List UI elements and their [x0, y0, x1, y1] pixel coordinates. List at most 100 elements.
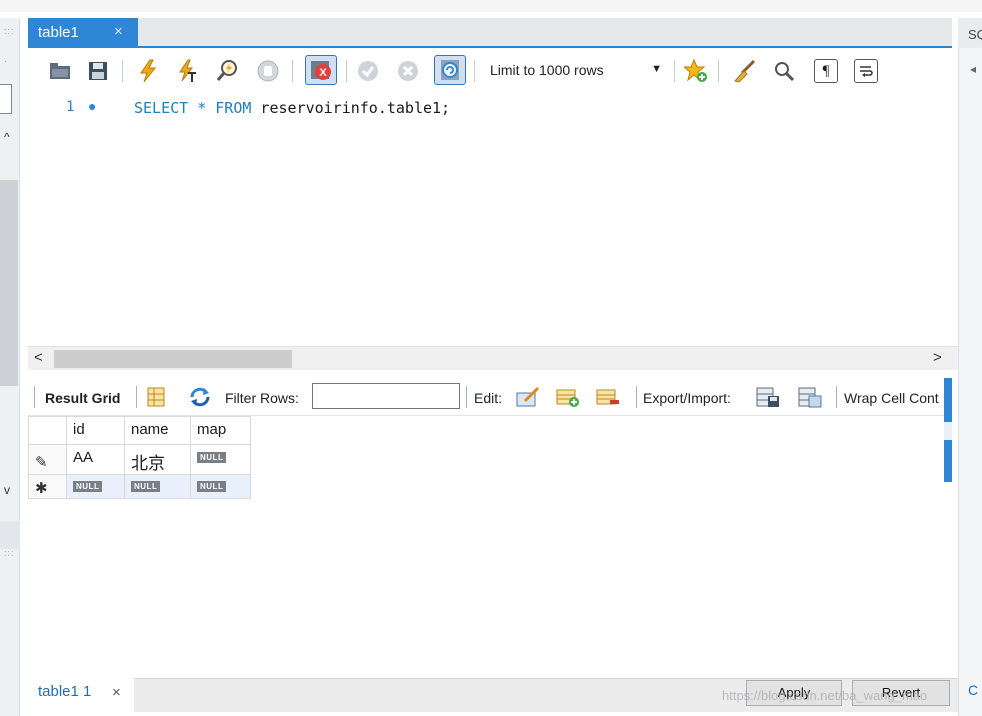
panel-grip-icon[interactable]: ::: — [4, 548, 15, 558]
wrap-lines-icon[interactable] — [854, 59, 878, 83]
delete-row-icon[interactable] — [596, 386, 620, 408]
limit-rows-value: Limit to 1000 rows — [490, 62, 604, 78]
result-grid-tab[interactable]: Result Grid — [45, 390, 120, 406]
cell-id[interactable]: AA — [66, 444, 125, 475]
insert-row-icon[interactable] — [556, 386, 580, 408]
scroll-up-icon[interactable]: ^ — [4, 130, 10, 144]
beautify-brush-icon[interactable] — [732, 59, 756, 83]
add-snippet-star-icon[interactable] — [684, 59, 708, 83]
toolbar-divider — [292, 60, 293, 82]
toolbar-divider — [136, 386, 137, 408]
null-badge: NULL — [197, 481, 227, 492]
rollback-x-icon[interactable] — [396, 59, 420, 83]
sql-star: * — [188, 99, 216, 117]
null-badge: NULL — [197, 452, 227, 463]
scroll-left-icon[interactable]: < — [34, 349, 43, 366]
toolbar-divider — [34, 386, 35, 408]
edit-pencil-icon[interactable]: ✎ — [28, 444, 67, 475]
line-number: 1 — [66, 99, 75, 115]
new-cell-name[interactable]: NULL — [124, 474, 191, 499]
left-panel-divider — [0, 521, 20, 549]
statement-marker-icon: ● — [88, 98, 97, 114]
revert-button[interactable]: Revert — [852, 680, 950, 706]
sql-statement[interactable]: SELECT * FROM reservoirinfo.table1; — [134, 99, 450, 117]
cell-name[interactable]: 北京 — [124, 444, 191, 475]
autocommit-toggle[interactable] — [434, 55, 466, 85]
wrap-cell-content-label[interactable]: Wrap Cell Cont — [844, 390, 939, 406]
right-panel-header[interactable]: SQL — [958, 18, 982, 48]
panel-grip-icon[interactable]: ::: — [4, 26, 15, 36]
svg-text:X: X — [319, 67, 327, 79]
filter-rows-input[interactable] — [312, 383, 460, 409]
window-top-strip — [0, 0, 982, 12]
result-table: id name map ✎ AA 北京 NULL ✱ NULL NULL NUL… — [28, 416, 251, 499]
invisible-chars-icon[interactable]: ¶ — [814, 59, 838, 83]
column-header-name[interactable]: name — [124, 416, 191, 445]
result-side-tab-notch — [944, 422, 952, 440]
table-row[interactable]: ✎ AA 北京 NULL — [28, 444, 251, 475]
execute-lightning-icon[interactable] — [136, 59, 160, 83]
right-side-panel — [958, 18, 982, 716]
null-badge: NULL — [73, 481, 103, 492]
toolbar-divider — [836, 386, 837, 408]
scroll-down-icon[interactable]: v — [4, 483, 10, 497]
left-panel-input-edge[interactable] — [0, 84, 12, 114]
close-icon[interactable]: × — [114, 23, 123, 40]
toolbar-divider — [636, 386, 637, 408]
result-toolbar: Result Grid Filter Rows: Edit: Export/Im… — [28, 378, 952, 416]
execute-cursor-icon[interactable] — [176, 59, 200, 83]
column-header-map[interactable]: map — [190, 416, 251, 445]
explain-magnifier-icon[interactable] — [216, 59, 240, 83]
tab-label: table1 — [38, 24, 79, 41]
find-magnifier-icon[interactable] — [772, 59, 796, 83]
toolbar-divider — [466, 386, 467, 408]
toolbar-divider — [674, 60, 675, 82]
refresh-icon[interactable] — [188, 386, 212, 408]
new-row[interactable]: ✱ NULL NULL NULL — [28, 474, 251, 499]
scrollbar-thumb[interactable] — [54, 350, 292, 368]
save-icon[interactable] — [86, 59, 110, 83]
null-badge: NULL — [131, 481, 161, 492]
close-icon[interactable]: × — [112, 684, 121, 701]
new-row-asterisk-icon[interactable]: ✱ — [28, 474, 67, 499]
limit-rows-select[interactable]: Limit to 1000 rows ▼ — [482, 58, 666, 84]
filter-rows-label: Filter Rows: — [225, 390, 299, 406]
stop-on-error-toggle[interactable]: X — [305, 55, 337, 85]
edit-row-icon[interactable] — [516, 386, 540, 408]
right-panel-bottom-label[interactable]: C — [968, 682, 978, 698]
toolbar-divider — [122, 60, 123, 82]
toolbar-divider — [474, 60, 475, 82]
form-editor-icon[interactable] — [144, 386, 168, 408]
export-icon[interactable] — [756, 386, 780, 408]
commit-check-icon[interactable] — [356, 59, 380, 83]
toolbar-divider — [346, 60, 347, 82]
sql-editor[interactable]: 1 ● SELECT * FROM reservoirinfo.table1; — [28, 92, 958, 346]
edit-label: Edit: — [474, 390, 503, 406]
tab-table1[interactable]: table1 × — [28, 18, 138, 48]
row-header-corner[interactable] — [28, 416, 67, 445]
left-side-panel: ::: · ^ v ::: — [0, 18, 20, 716]
export-import-label: Export/Import: — [643, 390, 731, 406]
sql-keyword-select: SELECT — [134, 99, 189, 117]
stop-hand-icon[interactable] — [256, 59, 280, 83]
left-panel-scroll-track[interactable] — [0, 180, 18, 386]
new-cell-id[interactable]: NULL — [66, 474, 125, 499]
result-grid: id name map ✎ AA 北京 NULL ✱ NULL NULL NUL… — [28, 416, 944, 678]
import-icon[interactable] — [798, 386, 822, 408]
editor-horizontal-scrollbar[interactable]: < > — [28, 346, 958, 370]
editor-tab-bar — [28, 18, 952, 48]
result-tab-table1-1[interactable]: table1 1 × — [28, 678, 134, 712]
sql-table-reference: reservoirinfo.table1; — [251, 99, 451, 117]
open-folder-icon[interactable] — [48, 59, 72, 83]
apply-button[interactable]: Apply — [746, 680, 842, 706]
chevron-down-icon[interactable]: ▼ — [651, 63, 662, 75]
right-panel-arrow-icon[interactable]: ◂ — [970, 62, 976, 76]
header-row: id name map — [28, 416, 251, 445]
cell-map[interactable]: NULL — [190, 444, 251, 475]
sql-editor-toolbar: X Limit to 1000 rows ▼ ¶ — [28, 50, 952, 90]
new-cell-map[interactable]: NULL — [190, 474, 251, 499]
panel-grip-icon: · — [4, 56, 8, 66]
toolbar-divider — [718, 60, 719, 82]
scroll-right-icon[interactable]: > — [933, 349, 942, 366]
column-header-id[interactable]: id — [66, 416, 125, 445]
